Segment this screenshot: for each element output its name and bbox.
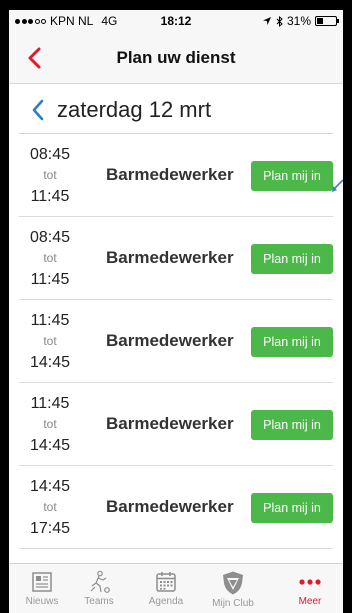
shift-end: 14:45 xyxy=(29,354,71,371)
shift-start: 08:45 xyxy=(29,146,71,163)
teams-icon xyxy=(90,570,110,593)
shift-row: 08:45 tot 11:45 Barmedewerker Plan mij i… xyxy=(19,134,333,217)
tab-label: Mijn Club xyxy=(212,598,254,609)
plan-me-in-button[interactable]: Plan mij in xyxy=(251,161,333,191)
bluetooth-icon xyxy=(276,15,283,27)
shift-separator: tot xyxy=(43,334,57,348)
plan-me-in-button[interactable]: Plan mij in xyxy=(251,327,333,357)
phone-screen: KPN NL 4G 18:12 31% Plan uw dienst zater… xyxy=(9,10,343,613)
calendar-icon xyxy=(156,572,176,592)
tab-agenda[interactable]: Agenda xyxy=(133,564,199,613)
shift-end: 11:45 xyxy=(30,188,70,205)
shift-start: 11:45 xyxy=(30,312,70,329)
plan-me-in-button[interactable]: Plan mij in xyxy=(251,493,333,523)
tab-teams[interactable]: Teams xyxy=(66,564,132,613)
shift-start: 14:45 xyxy=(29,478,71,495)
plan-me-in-button[interactable]: Plan mij in xyxy=(251,410,333,440)
shift-start: 11:45 xyxy=(30,395,70,412)
shift-separator: tot xyxy=(43,500,57,514)
newspaper-icon xyxy=(32,572,52,592)
shift-role: Barmedewerker xyxy=(106,497,234,516)
shift-role: Barmedewerker xyxy=(106,331,234,350)
shift-role: Barmedewerker xyxy=(106,248,234,267)
shift-role: Barmedewerker xyxy=(106,414,234,433)
shift-row: 08:45 tot 11:45 Barmedewerker Plan mij i… xyxy=(19,217,333,300)
shift-times: 11:45 tot 14:45 xyxy=(19,310,81,373)
shift-list: 08:45 tot 11:45 Barmedewerker Plan mij i… xyxy=(19,134,333,549)
shift-end: 14:45 xyxy=(29,437,71,454)
shift-separator: tot xyxy=(43,251,57,265)
shift-end: 11:45 xyxy=(30,271,70,288)
shift-row: 11:45 tot 14:45 Barmedewerker Plan mij i… xyxy=(19,300,333,383)
shift-times: 14:45 tot 17:45 xyxy=(19,476,81,539)
shift-times: 11:45 tot 14:45 xyxy=(19,393,81,456)
page-title: Plan uw dienst xyxy=(116,48,236,67)
tab-label: Meer xyxy=(298,596,322,607)
shift-times: 08:45 tot 11:45 xyxy=(19,227,81,290)
club-shield-icon xyxy=(223,571,243,595)
shift-separator: tot xyxy=(43,168,57,182)
status-right: 31% xyxy=(262,14,339,28)
date-header: zaterdag 12 mrt xyxy=(9,84,343,134)
location-arrow-icon xyxy=(262,17,271,25)
annotation-arrow-icon xyxy=(332,179,343,192)
shift-times: 08:45 tot 11:45 xyxy=(19,144,81,207)
previous-day-chevron-icon[interactable] xyxy=(29,98,47,122)
shift-separator: tot xyxy=(43,417,57,431)
battery-icon xyxy=(315,16,339,26)
more-dots-icon xyxy=(299,579,321,585)
tab-bar: Nieuws Teams Agenda Mijn Club Meer xyxy=(9,563,343,613)
date-label: zaterdag 12 mrt xyxy=(57,97,212,122)
shift-role: Barmedewerker xyxy=(106,165,234,184)
status-bar: KPN NL 4G 18:12 31% xyxy=(9,10,343,32)
battery-percent: 31% xyxy=(286,14,311,28)
shift-row: 14:45 tot 17:45 Barmedewerker Plan mij i… xyxy=(19,466,333,549)
plan-me-in-button[interactable]: Plan mij in xyxy=(251,244,333,274)
shift-end: 17:45 xyxy=(29,520,71,537)
tab-label: Teams xyxy=(84,596,114,607)
tab-meer[interactable]: Meer xyxy=(277,564,343,613)
shift-row: 11:45 tot 14:45 Barmedewerker Plan mij i… xyxy=(19,383,333,466)
navigation-bar: Plan uw dienst xyxy=(9,32,343,84)
shift-start: 08:45 xyxy=(29,229,71,246)
tab-label: Agenda xyxy=(148,596,184,607)
tab-mijn-club[interactable]: Mijn Club xyxy=(200,564,266,613)
